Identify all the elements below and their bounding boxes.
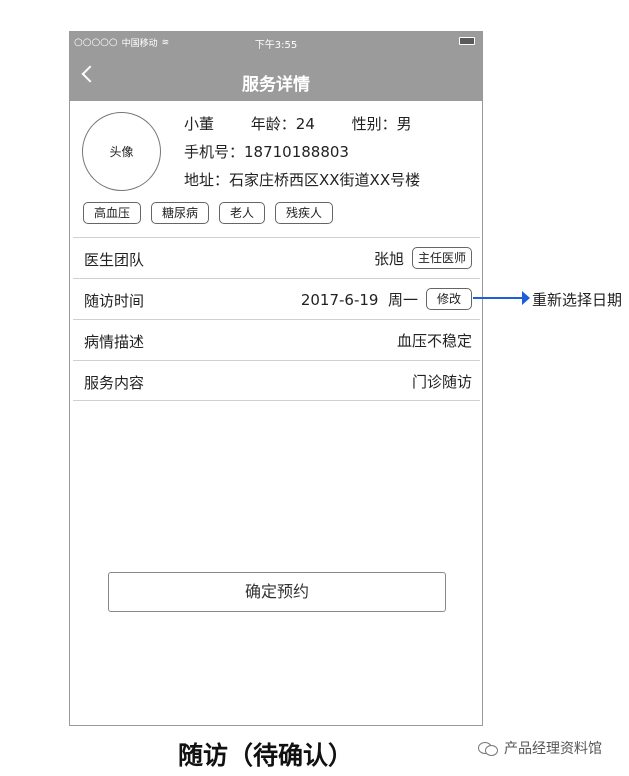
row-value-group: 张旭 主任医师 <box>374 246 472 270</box>
patient-name: 小董 <box>184 115 215 133</box>
basic-info: 小董 年龄：24 性别：男 <box>184 113 444 134</box>
row-doctor-team: 医生团队 张旭 主任医师 <box>73 237 480 278</box>
annotation-connector <box>473 297 523 299</box>
row-service-content: 服务内容 门诊随访 <box>73 360 480 401</box>
status-time: 下午3:55 <box>254 40 298 51</box>
row-value-group: 2017-6-19 周一 修改 <box>301 287 472 311</box>
row-label: 医生团队 <box>84 251 145 269</box>
doctor-name: 张旭 <box>373 249 404 268</box>
condition-value: 血压不稳定 <box>396 331 472 350</box>
row-condition: 病情描述 血压不稳定 <box>73 319 480 360</box>
patient-gender: 性别：男 <box>351 115 412 133</box>
row-value-group: 血压不稳定 <box>397 328 472 352</box>
avatar: 头像 <box>82 112 161 191</box>
row-label: 服务内容 <box>84 374 145 392</box>
patient-profile: 头像 小董 年龄：24 性别：男 手机号：18710188803 地址：石家庄桥… <box>70 101 482 238</box>
watermark-text: 产品经理资料馆 <box>504 741 602 757</box>
watermark: 产品经理资料馆 <box>478 738 602 758</box>
confirm-appointment-button[interactable]: 确定预约 <box>108 572 446 612</box>
phone-screen: ○○○○○ 中国移动 ≋ 下午3:55 服务详情 头像 小董 年龄：24 性别：… <box>69 31 483 726</box>
arrow-right-icon <box>522 291 530 305</box>
tag: 糖尿病 <box>151 202 210 224</box>
patient-age: 年龄：24 <box>250 115 315 133</box>
status-bar: ○○○○○ 中国移动 ≋ 下午3:55 <box>70 32 482 52</box>
annotation-text: 重新选择日期 <box>532 291 623 309</box>
screen-caption: 随访（待确认） <box>178 741 354 770</box>
service-value: 门诊随访 <box>411 372 472 391</box>
page-title: 服务详情 <box>242 75 310 95</box>
patient-address: 地址：石家庄桥西区XX街道XX号楼 <box>184 171 421 189</box>
patient-phone: 手机号：18710188803 <box>184 143 349 161</box>
patient-tags: 高血压 糖尿病 老人 残疾人 <box>83 202 334 224</box>
visit-date: 2017-6-19 周一 <box>300 290 418 309</box>
header: ○○○○○ 中国移动 ≋ 下午3:55 服务详情 <box>70 32 482 101</box>
row-label: 病情描述 <box>84 333 145 351</box>
tag: 高血压 <box>83 202 142 224</box>
row-value-group: 门诊随访 <box>412 369 472 393</box>
edit-date-button[interactable]: 修改 <box>425 288 472 310</box>
battery-icon <box>459 37 475 45</box>
tag: 老人 <box>219 202 266 224</box>
row-label: 随访时间 <box>84 292 145 310</box>
tag: 残疾人 <box>275 202 334 224</box>
wechat-icon <box>478 740 498 756</box>
row-visit-time: 随访时间 2017-6-19 周一 修改 <box>73 278 480 319</box>
doctor-title-badge: 主任医师 <box>411 247 472 269</box>
